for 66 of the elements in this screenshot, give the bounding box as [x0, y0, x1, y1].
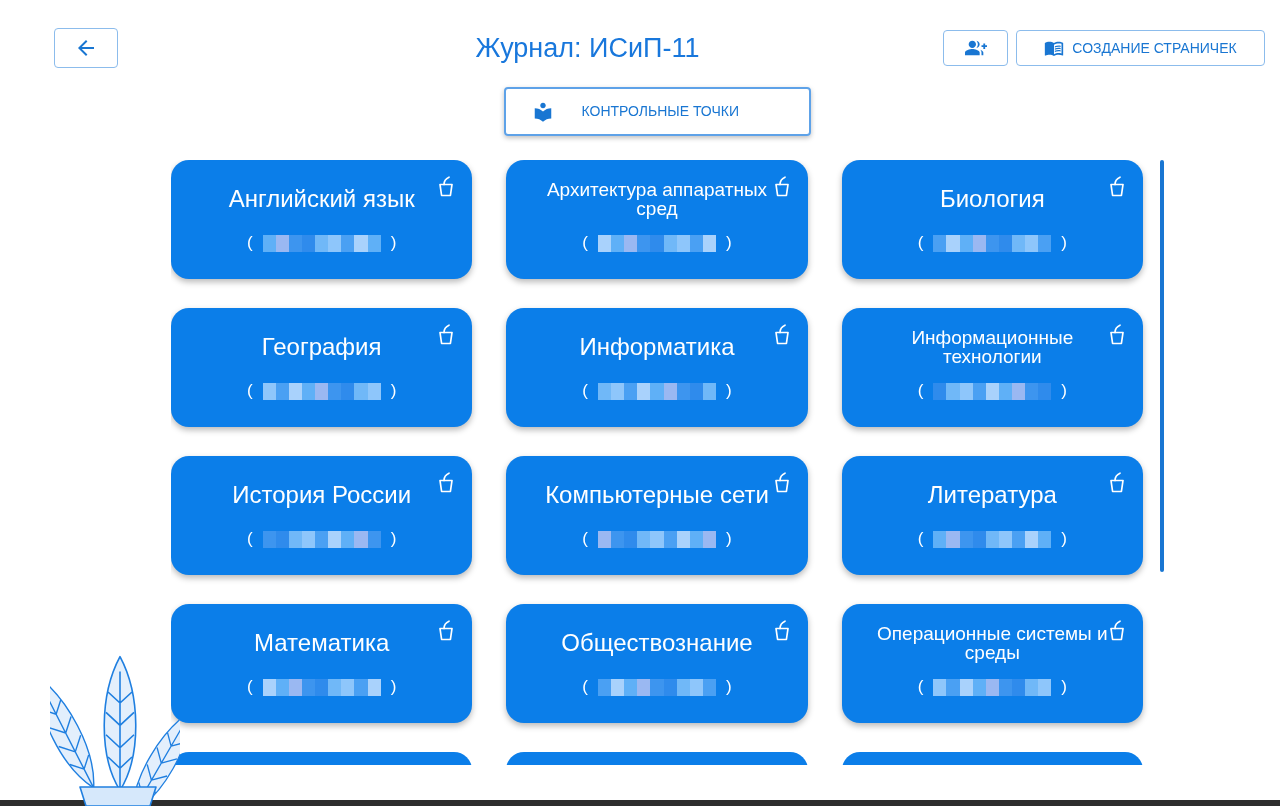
- cup-icon[interactable]: [438, 324, 455, 345]
- cup-icon[interactable]: [1109, 472, 1125, 493]
- opening-bracket: (: [582, 529, 588, 549]
- subject-title: Английский язык: [228, 184, 415, 214]
- cup-icon[interactable]: [773, 176, 790, 197]
- closing-bracket: ): [390, 677, 397, 697]
- subject-card[interactable]: Обществознание ( ): [506, 604, 808, 723]
- page-title: Журнал: ИСиП-11: [475, 32, 700, 65]
- subject-card[interactable]: Английский язык ( ): [171, 160, 473, 279]
- opening-bracket: (: [917, 677, 924, 697]
- subject-card[interactable]: Математика ( ): [171, 604, 473, 723]
- subject-card[interactable]: Биология ( ): [841, 160, 1143, 279]
- cup-icon[interactable]: [1109, 620, 1125, 641]
- cup-icon[interactable]: [773, 324, 790, 345]
- closing-bracket: ): [726, 233, 732, 253]
- closing-bracket: ): [1061, 677, 1067, 697]
- cup-icon[interactable]: [1109, 324, 1125, 345]
- subject-title: География: [261, 332, 382, 362]
- cup-icon[interactable]: [438, 620, 455, 641]
- subject-card[interactable]: География ( ): [171, 308, 473, 427]
- closing-bracket: ): [390, 529, 397, 549]
- opening-bracket: (: [582, 233, 588, 253]
- subject-title: Информатика: [579, 332, 735, 362]
- opening-bracket: (: [917, 233, 924, 253]
- closing-bracket: ): [1061, 529, 1067, 549]
- opening-bracket: (: [247, 529, 253, 549]
- opening-bracket: (: [247, 381, 253, 401]
- subject-card[interactable]: Архитектура аппаратных сред ( ): [506, 160, 808, 279]
- opening-bracket: (: [917, 529, 924, 549]
- cup-icon[interactable]: [438, 472, 455, 493]
- closing-bracket: ): [390, 233, 397, 253]
- subject-title: Операционные системы и среды: [876, 624, 1109, 662]
- closing-bracket: ): [390, 381, 397, 401]
- opening-bracket: (: [582, 381, 588, 401]
- subject-card[interactable]: История России ( ): [171, 456, 473, 575]
- subject-title: Архитектура аппаратных сред: [545, 180, 769, 218]
- cup-icon[interactable]: [1109, 176, 1125, 197]
- closing-bracket: ): [726, 381, 732, 401]
- subject-card[interactable]: Компьютерные сети ( ): [506, 456, 808, 575]
- subject-card[interactable]: Литература ( ): [841, 456, 1143, 575]
- subject-title: Компьютерные сети: [545, 480, 769, 510]
- subject-title: Биология: [939, 184, 1045, 214]
- opening-bracket: (: [917, 381, 924, 401]
- scrollbar-thumb[interactable]: [1160, 160, 1164, 572]
- subject-card[interactable]: Информатика ( ): [506, 308, 808, 427]
- opening-bracket: (: [582, 677, 588, 697]
- subject-title: Информационные технологии: [910, 328, 1075, 366]
- cup-icon[interactable]: [438, 176, 455, 197]
- create-pages-button[interactable]: СОЗДАНИЕ СТРАНИЧЕК: [1016, 30, 1265, 66]
- opening-bracket: (: [247, 677, 253, 697]
- subject-card[interactable]: Информационные технологии ( ): [841, 308, 1143, 427]
- back-button[interactable]: [54, 28, 118, 68]
- subject-title: Математика: [254, 628, 390, 658]
- closing-bracket: ): [726, 529, 732, 549]
- subject-card[interactable]: Операционные системы и среды ( ): [841, 604, 1143, 723]
- closing-bracket: ): [1061, 381, 1067, 401]
- subject-title: Обществознание: [561, 628, 753, 658]
- closing-bracket: ): [726, 677, 732, 697]
- closing-bracket: ): [1061, 233, 1067, 253]
- cup-icon[interactable]: [773, 620, 790, 641]
- add-users-button[interactable]: [943, 30, 1008, 66]
- subject-title: История России: [232, 480, 412, 510]
- cup-icon[interactable]: [773, 472, 790, 493]
- checkpoints-button[interactable]: КОНТРОЛЬНЫЕ ТОЧКИ: [503, 87, 811, 136]
- opening-bracket: (: [247, 233, 253, 253]
- subject-title: Литература: [927, 480, 1057, 510]
